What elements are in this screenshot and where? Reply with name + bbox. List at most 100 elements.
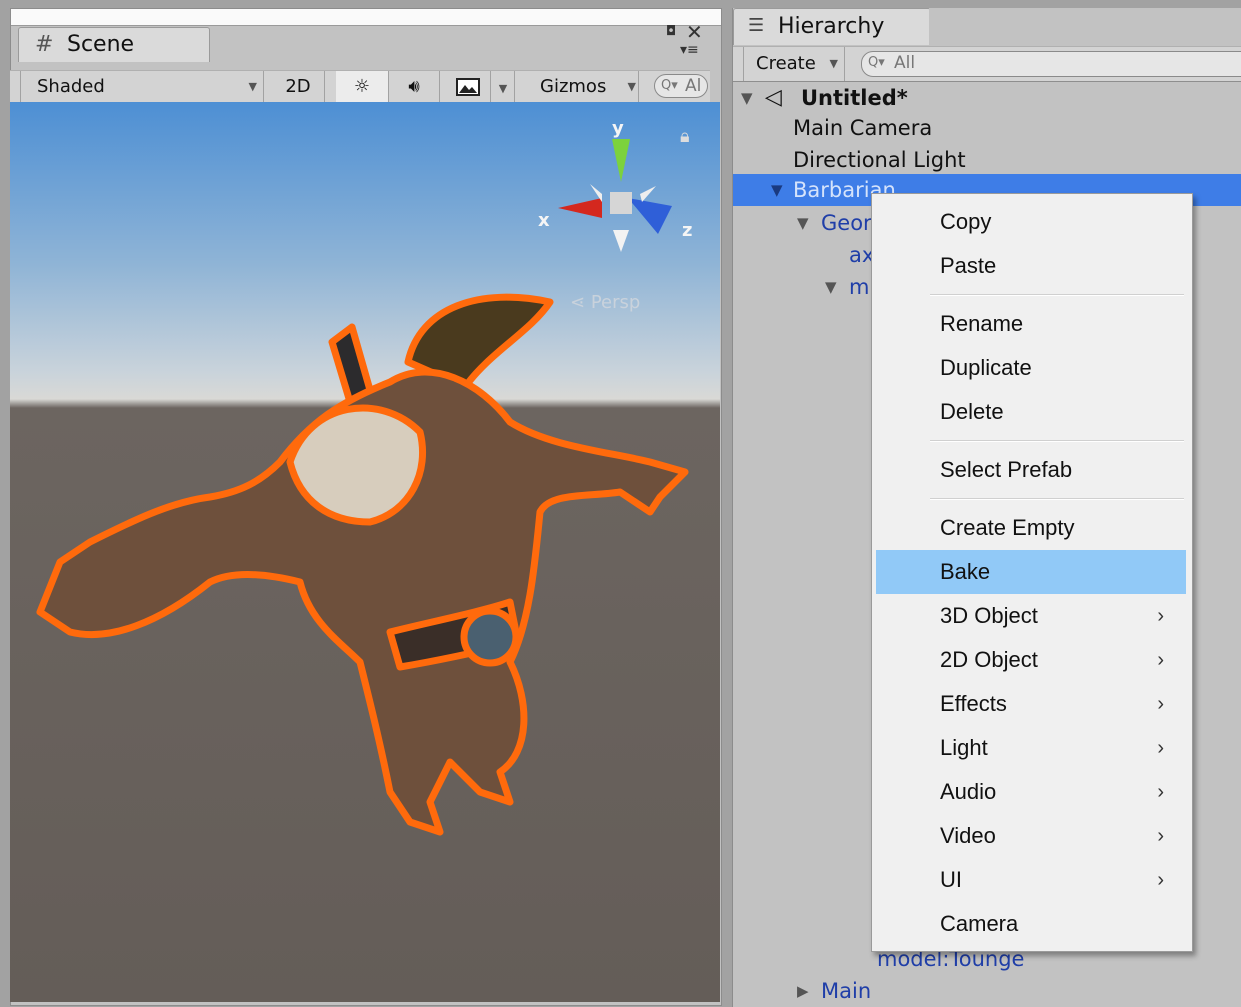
menu-item-label: UI [940,867,962,892]
scene-effects-toggle[interactable] [446,71,491,102]
dropdown-arrow-icon: ▼ [248,80,257,93]
menu-item-label: Duplicate [940,355,1032,380]
submenu-arrow-icon: › [1157,825,1164,847]
grid-icon: # [35,32,54,57]
perspective-icon: ⋖ [570,292,586,313]
expand-triangle-icon[interactable]: ▼ [741,82,753,114]
maximize-icon[interactable]: ◘ [666,24,676,39]
scene-root-row[interactable]: ▼ ◁ Untitled* [733,82,1241,114]
menu-item-create-empty[interactable]: Create Empty [876,506,1186,550]
menu-item-label: 2D Object [940,647,1038,672]
menu-item-duplicate[interactable]: Duplicate [876,346,1186,390]
menu-item-delete[interactable]: Delete [876,390,1186,434]
menu-separator [930,294,1184,296]
menu-item-rename[interactable]: Rename [876,302,1186,346]
tree-item-main[interactable]: ▶ Main [733,975,1241,1007]
lock-icon[interactable]: 🔒︎ [680,126,690,147]
menu-item-label: Camera [940,911,1019,936]
menu-item-label: Paste [940,253,997,278]
tree-item-label: Directional Light [793,148,966,172]
menu-item-label: Rename [940,311,1024,336]
menu-item-paste[interactable]: Paste [876,244,1186,288]
scene-effects-dropdown[interactable]: ▼ [492,71,515,102]
menu-item-camera[interactable]: Camera [876,902,1186,946]
dropdown-arrow-icon: ▼ [627,80,636,93]
tree-item-label: m [849,275,870,299]
expand-triangle-icon[interactable]: ▼ [797,207,809,239]
gizmos-label: Gizmos [540,76,607,97]
submenu-arrow-icon: › [1157,869,1164,891]
gizmo-z-label: z [682,220,693,241]
tree-item-label: Main Camera [793,116,933,140]
window-controls: ◘ ✕ ▾≡ [650,20,706,62]
context-menu: Copy Paste Rename Duplicate Delete Selec… [871,193,1193,952]
menu-item-label: Effects [940,691,1007,716]
shading-mode-value: Shaded [37,76,105,97]
menu-item-audio[interactable]: Audio › [876,770,1186,814]
menu-item-ui[interactable]: UI › [876,858,1186,902]
search-icon: Q▾ [661,78,678,93]
image-icon [456,78,480,96]
hierarchy-toolbar: Create ▼ Q▾ All [733,46,1241,82]
submenu-arrow-icon: › [1157,737,1164,759]
tab-scene[interactable]: # Scene [18,27,210,62]
scene-viewport[interactable]: y x z 🔒︎ ⋖ Persp [10,102,720,1002]
close-icon[interactable]: ✕ [686,20,703,44]
tree-item-directional-light[interactable]: Directional Light [733,144,1241,176]
camera-projection-label[interactable]: ⋖ Persp [570,292,640,313]
barbarian-character-render [36,139,689,836]
menu-item-label: Light [940,735,988,760]
scene-search-text: Al [685,76,702,96]
tab-scene-label: Scene [67,32,135,57]
menu-item-2d-object[interactable]: 2D Object › [876,638,1186,682]
scene-audio-toggle[interactable]: 🔊︎ [389,71,440,102]
menu-item-select-prefab[interactable]: Select Prefab [876,448,1186,492]
menu-separator [930,440,1184,442]
submenu-arrow-icon: › [1157,649,1164,671]
speaker-icon: 🔊︎ [408,76,420,97]
menu-item-video[interactable]: Video › [876,814,1186,858]
menu-item-3d-object[interactable]: 3D Object › [876,594,1186,638]
shading-mode-dropdown[interactable]: Shaded ▼ [20,71,264,102]
scene-search-input[interactable]: Q▾ Al [654,74,708,98]
expand-triangle-icon[interactable]: ▼ [825,271,837,303]
scene-lighting-toggle[interactable]: ☼ [336,71,389,102]
scene-title-strip [11,9,721,26]
create-label: Create [756,53,816,74]
menu-item-label: Copy [940,209,992,234]
unity-scene-icon: ◁ [765,85,782,110]
tree-item-main-camera[interactable]: Main Camera [733,112,1241,144]
menu-item-label: Create Empty [940,515,1075,540]
expand-triangle-icon[interactable]: ▼ [771,174,783,206]
menu-item-label: Delete [940,399,1004,424]
collapse-triangle-icon[interactable]: ▶ [797,975,809,1007]
menu-item-bake[interactable]: Bake [876,550,1186,594]
tab-hierarchy-label: Hierarchy [778,14,885,39]
create-dropdown[interactable]: Create ▼ [743,47,845,81]
search-icon: Q▾ [868,55,885,70]
gizmos-dropdown[interactable]: Gizmos ▼ [528,71,639,102]
submenu-arrow-icon: › [1157,605,1164,627]
menu-item-copy[interactable]: Copy [876,200,1186,244]
orientation-gizmo [558,139,672,252]
dropdown-arrow-icon: ▼ [829,57,838,70]
hierarchy-search-input[interactable]: Q▾ All [861,51,1241,77]
sun-icon: ☼ [353,76,371,97]
scene-name: Untitled* [801,86,908,110]
gizmo-y-label: y [612,118,624,139]
2d-toggle-button[interactable]: 2D [272,71,325,102]
panel-menu-icon[interactable]: ▾≡ [680,42,699,58]
submenu-arrow-icon: › [1157,693,1164,715]
menu-item-light[interactable]: Light › [876,726,1186,770]
hierarchy-list-icon: ☰ [748,15,765,36]
tab-bar-empty [929,8,1241,45]
menu-item-label: Video [940,823,996,848]
tab-hierarchy[interactable]: ☰ Hierarchy [733,8,931,45]
hierarchy-search-text: All [894,53,916,73]
menu-item-effects[interactable]: Effects › [876,682,1186,726]
selected-character [36,293,689,836]
camera-projection-text: Persp [590,292,641,313]
tree-item-label: Main [821,979,872,1003]
menu-item-label: 3D Object [940,603,1038,628]
dropdown-arrow-icon: ▼ [498,82,508,95]
